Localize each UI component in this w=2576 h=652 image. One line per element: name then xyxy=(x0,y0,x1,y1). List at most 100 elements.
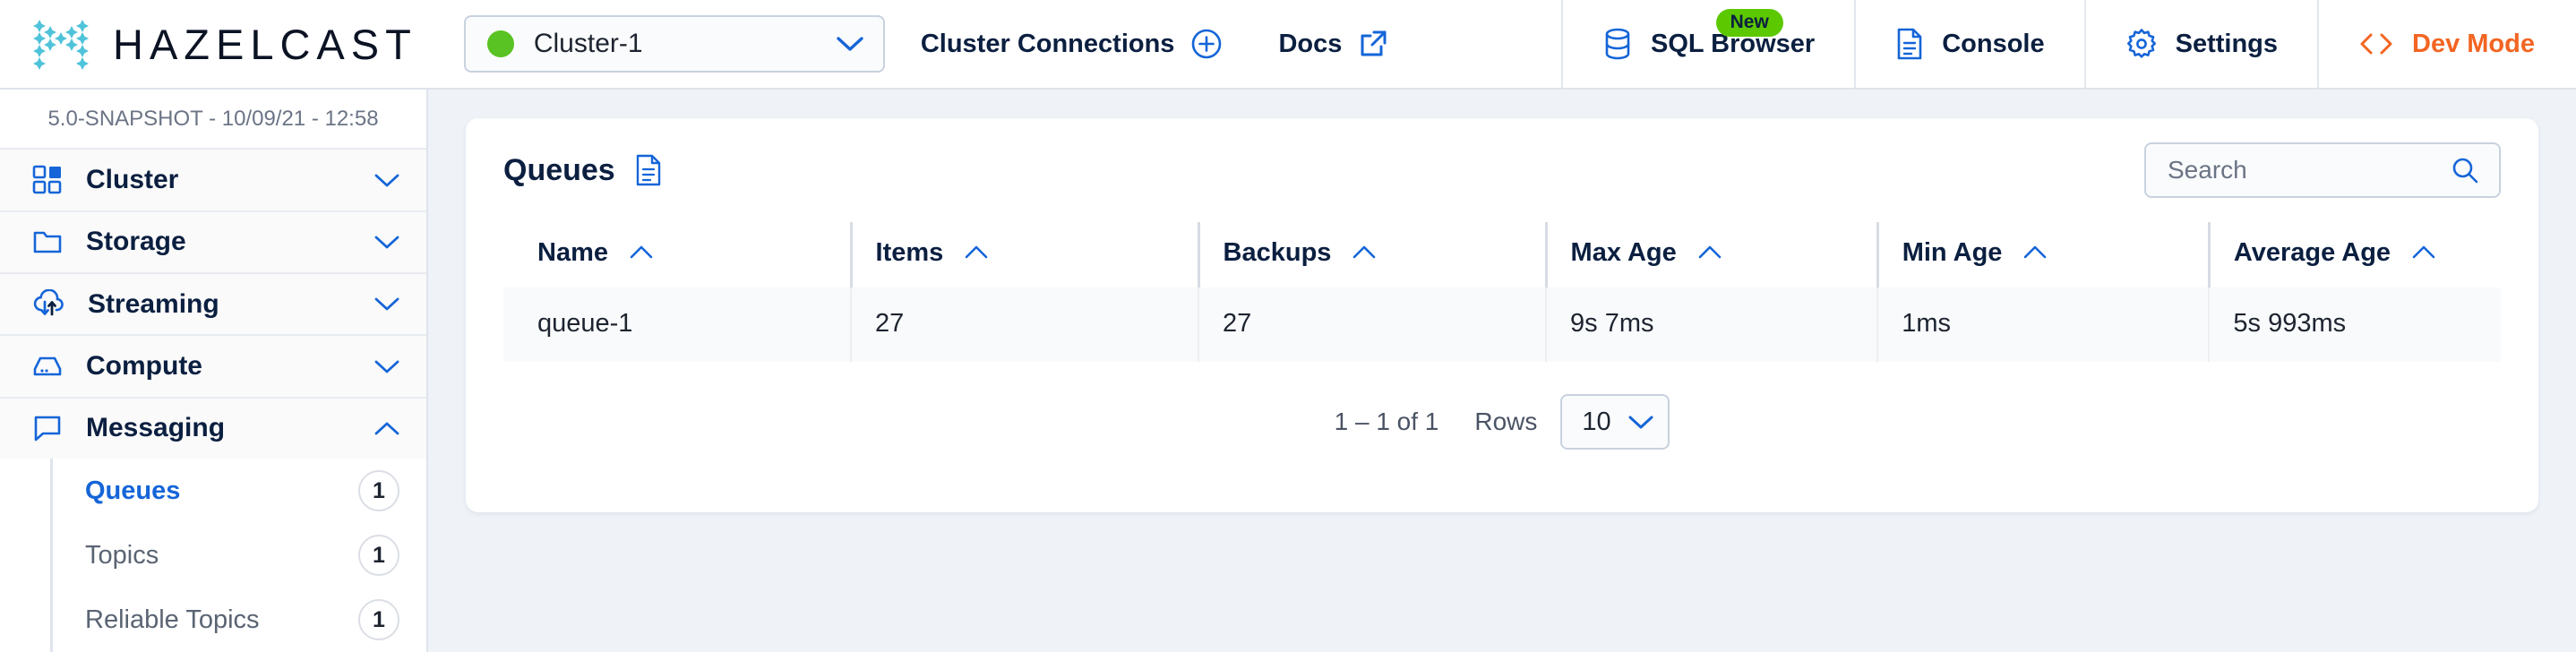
sidebar-item-reliable-topics[interactable]: Reliable Topics 1 xyxy=(53,588,426,652)
chevron-down-icon xyxy=(374,235,399,250)
sidebar-item-queues-label: Queues xyxy=(85,476,181,505)
database-icon xyxy=(1602,27,1633,61)
hazelcast-dot-h-logo-icon xyxy=(32,16,91,72)
column-header-name[interactable]: Name xyxy=(503,222,851,287)
sidebar-item-cluster[interactable]: Cluster xyxy=(0,148,426,210)
pagination-range: 1 – 1 of 1 xyxy=(1334,408,1439,435)
version-label: 5.0-SNAPSHOT - 10/09/21 - 12:58 xyxy=(47,106,379,131)
column-header-average-age[interactable]: Average Age xyxy=(2207,222,2501,287)
grid-icon xyxy=(32,165,63,195)
sidebar-item-queues[interactable]: Queues 1 xyxy=(53,459,426,523)
server-icon xyxy=(32,354,63,379)
sidebar-item-streaming-label: Streaming xyxy=(88,288,219,319)
search-input[interactable] xyxy=(2168,156,2440,184)
column-header-items-label: Items xyxy=(875,238,944,267)
column-header-backups[interactable]: Backups xyxy=(1197,222,1547,287)
rows-per-page-select[interactable]: 10 xyxy=(1560,394,1670,450)
settings-label: Settings xyxy=(2175,29,2279,58)
sidebar-item-messaging-label: Messaging xyxy=(86,413,226,443)
code-brackets-icon xyxy=(2358,31,2394,56)
docs-link[interactable]: Docs xyxy=(1278,29,1388,59)
console-button[interactable]: Console xyxy=(1854,0,2083,88)
caret-up-icon xyxy=(1352,245,1376,259)
search-icon[interactable] xyxy=(2451,156,2479,184)
sql-browser-button[interactable]: SQL Browser New xyxy=(1561,0,1854,88)
caret-up-icon xyxy=(630,245,653,259)
main-content: Queues Search Name Items Backups Max Age… xyxy=(428,90,2576,652)
sidebar-item-topics-label: Topics xyxy=(85,540,159,570)
status-dot-icon xyxy=(486,30,514,57)
settings-button[interactable]: Settings xyxy=(2083,0,2317,88)
sidebar-item-topics[interactable]: Topics 1 xyxy=(53,523,426,588)
column-header-average-age-label: Average Age xyxy=(2233,238,2391,267)
chevron-down-icon xyxy=(1628,415,1653,430)
column-header-max-age[interactable]: Max Age xyxy=(1544,222,1878,287)
chevron-down-icon xyxy=(374,296,399,312)
sidebar-item-cluster-label: Cluster xyxy=(86,165,179,195)
sidebar-item-streaming[interactable]: Streaming xyxy=(0,272,426,335)
console-document-icon xyxy=(1895,27,1924,61)
secondary-nav: SQL Browser New Console Settings Dev Mod… xyxy=(1561,0,2576,88)
search-box[interactable] xyxy=(2144,142,2501,198)
column-header-max-age-label: Max Age xyxy=(1570,238,1677,267)
messaging-submenu: Queues 1 Topics 1 Reliable Topics 1 xyxy=(50,459,426,652)
column-header-min-age[interactable]: Min Age xyxy=(1876,222,2210,287)
brand-logo[interactable]: HAZELCAST xyxy=(0,0,417,88)
chevron-up-icon xyxy=(374,421,399,436)
external-link-icon xyxy=(1358,29,1388,59)
folder-icon xyxy=(32,227,63,257)
document-icon[interactable] xyxy=(635,154,662,186)
sidebar-item-reliable-topics-label: Reliable Topics xyxy=(85,605,260,634)
column-header-items[interactable]: Items xyxy=(849,222,1199,287)
column-header-min-age-label: Min Age xyxy=(1902,238,2003,267)
docs-label: Docs xyxy=(1278,29,1343,58)
column-header-name-label: Name xyxy=(537,238,608,267)
pagination: 1 – 1 of 1 Rows 10 xyxy=(503,362,2501,450)
chevron-down-icon xyxy=(374,173,399,188)
sidebar-item-storage[interactable]: Storage xyxy=(0,210,426,273)
hazelcast-management-center: HAZELCAST Cluster-1 Cluster Connections xyxy=(0,0,2576,652)
queues-count-badge: 1 xyxy=(358,470,399,512)
caret-up-icon xyxy=(1698,245,1722,259)
cell-backups: 27 xyxy=(1198,287,1547,362)
caret-up-icon xyxy=(965,245,988,259)
rows-per-page-value: 10 xyxy=(1582,407,1611,436)
chevron-down-icon xyxy=(374,359,399,374)
sidebar-item-storage-label: Storage xyxy=(86,227,186,257)
sidebar-item-compute[interactable]: Compute xyxy=(0,334,426,397)
app-body: 5.0-SNAPSHOT - 10/09/21 - 12:58 Cluster xyxy=(0,90,2576,652)
cell-name: queue-1 xyxy=(537,309,633,338)
top-navigation-bar: HAZELCAST Cluster-1 Cluster Connections xyxy=(0,0,2576,90)
queues-card: Queues Search Name Items Backups Max Age… xyxy=(466,118,2538,512)
chat-bubble-icon xyxy=(32,414,63,442)
sidebar: 5.0-SNAPSHOT - 10/09/21 - 12:58 Cluster xyxy=(0,90,428,652)
cell-min-age: 1ms xyxy=(1876,287,2210,362)
reliable-topics-count-badge: 1 xyxy=(358,599,399,641)
cluster-connections-link[interactable]: Cluster Connections xyxy=(921,28,1224,60)
plus-circle-icon xyxy=(1190,28,1223,60)
sidebar-item-messaging[interactable]: Messaging xyxy=(0,396,426,459)
new-badge: New xyxy=(1715,9,1783,38)
caret-up-icon xyxy=(2023,245,2047,259)
queues-table: Name Items Backups Max Age Min Age Avera… xyxy=(503,222,2501,362)
brand-wordmark: HAZELCAST xyxy=(113,20,417,68)
cluster-name-label: Cluster-1 xyxy=(533,29,643,58)
table-row[interactable]: queue-1 27 27 9s 7ms 1ms 5s 993ms xyxy=(503,287,2501,362)
cluster-selector[interactable]: Cluster-1 xyxy=(463,15,885,73)
column-header-backups-label: Backups xyxy=(1223,238,1332,267)
cluster-connections-label: Cluster Connections xyxy=(920,29,1175,58)
console-label: Console xyxy=(1942,29,2045,58)
dev-mode-label: Dev Mode xyxy=(2412,29,2535,58)
gear-icon xyxy=(2125,28,2158,60)
dev-mode-button[interactable]: Dev Mode xyxy=(2317,0,2576,88)
chevron-down-icon xyxy=(837,36,863,52)
cell-average-age: 5s 993ms xyxy=(2208,287,2501,362)
rows-per-page-label: Rows xyxy=(1474,408,1538,435)
page-title: Queues xyxy=(503,152,615,187)
caret-up-icon xyxy=(2412,245,2435,259)
cell-max-age: 9s 7ms xyxy=(1545,287,1878,362)
table-header-row: Name Items Backups Max Age Min Age Avera… xyxy=(503,222,2501,287)
cell-items: 27 xyxy=(850,287,1199,362)
topics-count-badge: 1 xyxy=(358,535,399,577)
card-header: Queues xyxy=(503,118,2501,222)
